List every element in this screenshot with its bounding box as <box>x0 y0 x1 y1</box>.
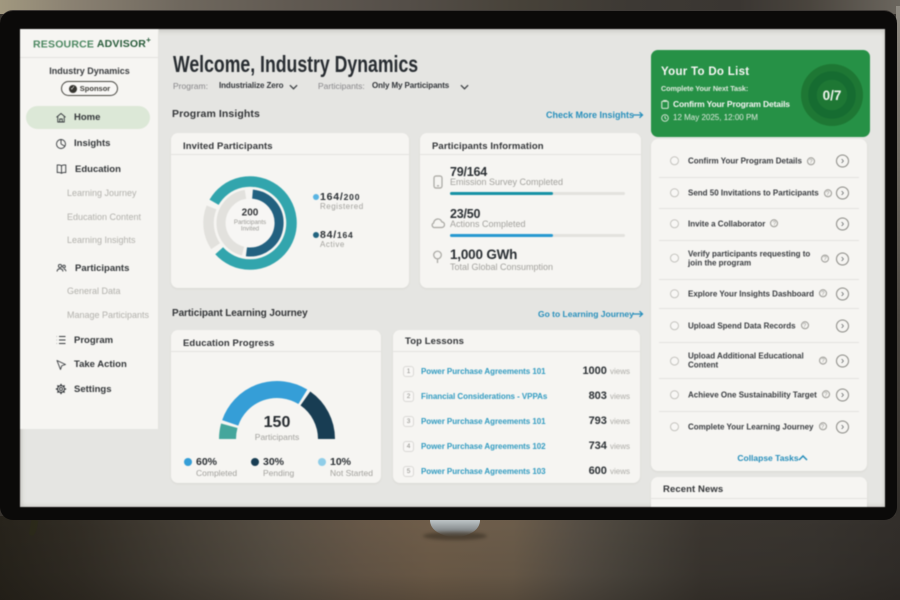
svg-text:200: 200 <box>242 207 259 218</box>
svg-text:0/7: 0/7 <box>823 88 842 103</box>
svg-text:Invited: Invited <box>241 225 260 232</box>
